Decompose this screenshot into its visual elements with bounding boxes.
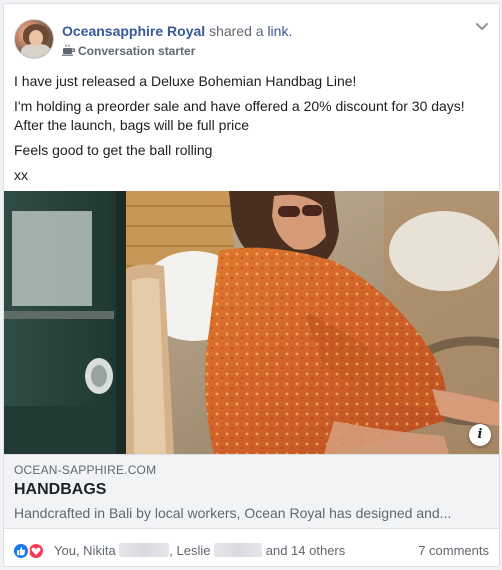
link-description: Handcrafted in Bali by local workers, Oc… <box>14 505 452 521</box>
link-preview-caption[interactable]: OCEAN-SAPPHIRE.COM HANDBAGS Handcrafted … <box>4 454 499 529</box>
redacted-name <box>214 543 263 557</box>
badge-label: Conversation starter <box>78 44 196 58</box>
link-domain: OCEAN-SAPPHIRE.COM <box>14 463 157 477</box>
action-link[interactable]: link. <box>267 23 292 39</box>
coffee-cup-icon <box>62 44 75 56</box>
conversation-starter-badge[interactable]: Conversation starter <box>62 43 195 59</box>
info-button[interactable]: i <box>469 424 491 446</box>
link-title[interactable]: HANDBAGS <box>14 481 106 499</box>
post-body: I have just released a Deluxe Bohemian H… <box>14 72 494 191</box>
reactors-part-1: You, Nikita <box>54 543 116 558</box>
reactors-part-3: and 14 others <box>265 543 346 558</box>
post-title-line: Oceansapphire Royal shared a link. <box>62 22 292 40</box>
post-line: xx <box>14 167 28 183</box>
post-footer: You, Nikita , Leslie and 14 others 7 com… <box>4 534 499 566</box>
author-name-link[interactable]: Oceansapphire Royal <box>62 23 205 39</box>
reactors-summary[interactable]: You, Nikita , Leslie and 14 others <box>54 543 345 558</box>
post-header: Oceansapphire Royal shared a link. Conve… <box>4 4 499 64</box>
post-card: Oceansapphire Royal shared a link. Conve… <box>3 3 500 567</box>
author-avatar[interactable] <box>14 19 54 59</box>
reaction-icons[interactable] <box>12 542 52 562</box>
post-line: Feels good to get the ball rolling <box>14 142 213 158</box>
link-preview-image[interactable]: i <box>4 191 499 454</box>
post-line: After the launch, bags will be full pric… <box>14 117 250 133</box>
comments-count-link[interactable]: 7 comments <box>418 543 489 558</box>
like-icon <box>12 542 30 560</box>
post-line: I have just released a Deluxe Bohemian H… <box>14 73 357 89</box>
photo-woman-in-vintage-car <box>4 191 499 454</box>
redacted-name <box>119 543 170 557</box>
chevron-down-icon[interactable] <box>475 22 489 32</box>
action-text: shared a <box>209 23 264 39</box>
reactors-part-2: , Leslie <box>169 543 211 558</box>
post-line: I'm holding a preorder sale and have off… <box>14 98 465 114</box>
